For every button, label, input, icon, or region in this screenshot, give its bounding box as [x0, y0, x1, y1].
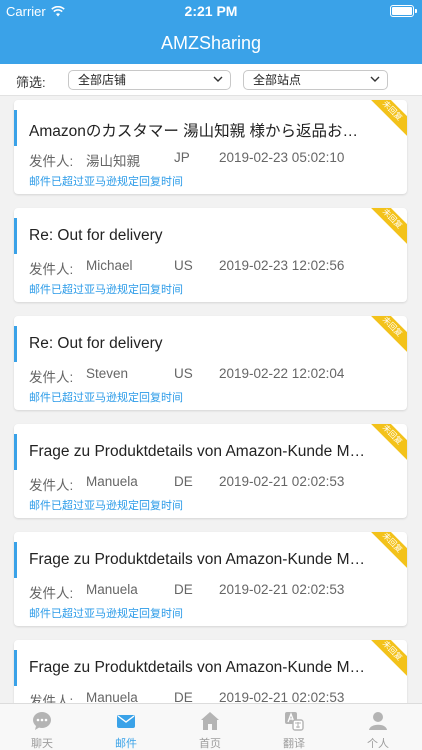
chevron-down-icon [370, 76, 380, 82]
tab-bar: 聊天 邮件 首页 翻译 个人 [0, 703, 422, 750]
email-card[interactable]: 未回复 Re: Out for delivery 发件人: Michael US… [14, 208, 407, 302]
country-code: JP [174, 150, 190, 165]
country-code: DE [174, 582, 193, 597]
tab-label: 首页 [199, 738, 221, 750]
overdue-notice: 邮件已超过亚马逊规定回复时间 [29, 608, 183, 620]
tab-label: 个人 [367, 738, 389, 750]
site-select[interactable]: 全部站点 [243, 70, 388, 90]
country-code: DE [174, 690, 193, 703]
tab-profile[interactable]: 个人 [336, 704, 420, 750]
email-date: 2019-02-23 12:02:56 [219, 258, 345, 273]
email-subject: Re: Out for delivery [29, 227, 163, 244]
filter-label: 筛选: [16, 75, 46, 90]
country-code: US [174, 366, 193, 381]
tab-translate[interactable]: 翻译 [252, 704, 336, 750]
overdue-notice: 邮件已超过亚马逊规定回复时间 [29, 500, 183, 512]
sender-name: 湯山知親 [86, 154, 140, 169]
tab-mail[interactable]: 邮件 [84, 704, 168, 750]
overdue-notice: 邮件已超过亚马逊规定回复时间 [29, 284, 183, 296]
site-select-value: 全部站点 [253, 73, 302, 87]
filter-bar: 筛选: 全部店铺 全部站点 [0, 64, 422, 96]
sender-label: 发件人: [29, 370, 74, 385]
sender-name: Michael [86, 258, 133, 273]
email-card[interactable]: 未回复 Re: Out for delivery 发件人: Steven US … [14, 316, 407, 410]
email-subject: Frage zu Produktdetails von Amazon-Kunde… [29, 551, 369, 568]
unreplied-ribbon: 未回复 [362, 208, 407, 249]
email-date: 2019-02-21 02:02:53 [219, 582, 345, 597]
email-subject: Amazonのカスタマー 湯山知親 様から返品お問い合わせ [29, 123, 369, 140]
email-card[interactable]: 未回复 Frage zu Produktdetails von Amazon-K… [14, 424, 407, 518]
home-icon [201, 712, 219, 730]
unreplied-ribbon: 未回复 [362, 100, 407, 141]
unreplied-ribbon: 未回复 [362, 640, 407, 681]
nav-title: AMZSharing [0, 22, 422, 64]
accent-bar [14, 542, 17, 578]
chevron-down-icon [213, 76, 223, 82]
unreplied-ribbon: 未回复 [362, 532, 407, 573]
country-code: US [174, 258, 193, 273]
tab-chat[interactable]: 聊天 [0, 704, 84, 750]
email-subject: Frage zu Produktdetails von Amazon-Kunde… [29, 443, 369, 460]
sender-name: Manuela [86, 474, 138, 489]
tab-label: 邮件 [115, 738, 137, 750]
translate-icon [285, 712, 304, 731]
unreplied-ribbon: 未回复 [362, 424, 407, 465]
sender-label: 发件人: [29, 694, 74, 703]
tab-home[interactable]: 首页 [168, 704, 252, 750]
tab-label: 翻译 [283, 738, 305, 750]
email-card[interactable]: 未回复 Frage zu Produktdetails von Amazon-K… [14, 640, 407, 703]
accent-bar [14, 650, 17, 686]
sender-label: 发件人: [29, 262, 74, 277]
sender-name: Manuela [86, 690, 138, 703]
email-card[interactable]: 未回复 Frage zu Produktdetails von Amazon-K… [14, 532, 407, 626]
email-list[interactable]: 未回复 Amazonのカスタマー 湯山知親 様から返品お問い合わせ 发件人: 湯… [0, 97, 422, 703]
sender-name: Manuela [86, 582, 138, 597]
chat-icon [33, 712, 51, 730]
email-date: 2019-02-21 02:02:53 [219, 690, 345, 703]
email-card[interactable]: 未回复 Amazonのカスタマー 湯山知親 様から返品お問い合わせ 发件人: 湯… [14, 100, 407, 194]
sender-label: 发件人: [29, 586, 74, 601]
accent-bar [14, 326, 17, 362]
email-subject: Re: Out for delivery [29, 335, 163, 352]
accent-bar [14, 218, 17, 254]
accent-bar [14, 434, 17, 470]
unreplied-ribbon: 未回复 [362, 316, 407, 357]
store-select[interactable]: 全部店铺 [68, 70, 231, 90]
battery-icon [390, 5, 417, 17]
mail-icon [117, 715, 135, 728]
person-icon [369, 712, 387, 730]
email-date: 2019-02-23 05:02:10 [219, 150, 345, 165]
email-date: 2019-02-22 12:02:04 [219, 366, 345, 381]
email-subject: Frage zu Produktdetails von Amazon-Kunde… [29, 659, 369, 676]
accent-bar [14, 110, 17, 146]
overdue-notice: 邮件已超过亚马逊规定回复时间 [29, 176, 183, 188]
status-time: 2:21 PM [184, 3, 238, 19]
country-code: DE [174, 474, 193, 489]
tab-label: 聊天 [31, 738, 53, 750]
sender-label: 发件人: [29, 154, 74, 169]
overdue-notice: 邮件已超过亚马逊规定回复时间 [29, 392, 183, 404]
sender-label: 发件人: [29, 478, 74, 493]
sender-name: Steven [86, 366, 129, 381]
email-date: 2019-02-21 02:02:53 [219, 474, 345, 489]
status-bar: Carrier 2:21 PM [0, 0, 422, 22]
store-select-value: 全部店铺 [78, 73, 127, 87]
